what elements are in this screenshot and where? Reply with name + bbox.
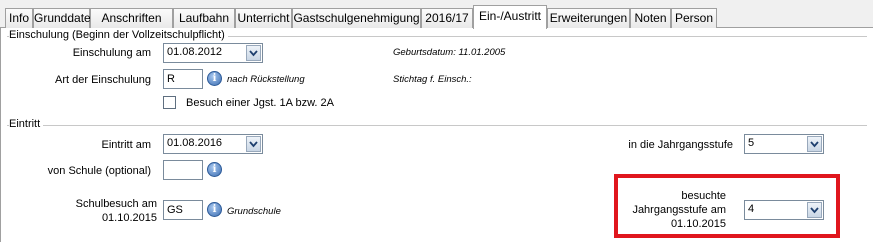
schulbesuch-label-line2: 01.10.2015 bbox=[101, 212, 157, 224]
tab-noten[interactable]: Noten bbox=[630, 8, 671, 28]
tab-person[interactable]: Person bbox=[671, 8, 717, 28]
eintritt-date-field[interactable]: 01.08.2016 bbox=[163, 134, 263, 154]
art-einschulung-input[interactable]: R bbox=[163, 69, 203, 89]
einschulung-date-field[interactable]: 01.08.2012 bbox=[163, 43, 263, 63]
schulbesuch-label: Schulbesuch am 01.10.2015 bbox=[41, 197, 157, 225]
info-icon[interactable]: i bbox=[207, 162, 222, 177]
geburtsdatum-text: Geburtsdatum: 11.01.2005 bbox=[393, 47, 506, 58]
tab-grunddaten[interactable]: Grunddaten bbox=[33, 8, 97, 28]
eintritt-date-value: 01.08.2016 bbox=[167, 137, 223, 149]
art-einschulung-desc: nach Rückstellung bbox=[227, 74, 305, 85]
chevron-down-icon[interactable] bbox=[246, 136, 261, 152]
jgst-1a-2a-label: Besuch einer Jgst. 1A bzw. 2A bbox=[186, 97, 334, 109]
tab-schuljahr[interactable]: 2016/17 bbox=[421, 8, 473, 28]
jgst-1a-2a-checkbox[interactable] bbox=[163, 96, 176, 109]
einschulung-date-value: 01.08.2012 bbox=[167, 46, 223, 58]
art-einschulung-label: Art der Einschulung bbox=[55, 74, 151, 86]
schulbesuch-label-line1: Schulbesuch am bbox=[75, 198, 157, 210]
info-icon[interactable]: i bbox=[207, 71, 222, 86]
section-divider bbox=[7, 125, 867, 126]
tab-gastschulgenehmigung[interactable]: Gastschulgenehmigung bbox=[292, 8, 421, 28]
jahrgangsstufe-select[interactable]: 5 bbox=[744, 134, 824, 154]
jahrgangsstufe-label: in die Jahrgangsstufe bbox=[628, 139, 733, 151]
section-title-eintritt: Eintritt bbox=[9, 118, 44, 130]
stichtag-text: Stichtag f. Einsch.: bbox=[393, 74, 472, 85]
einschulung-date-label: Einschulung am bbox=[72, 47, 151, 59]
von-schule-input[interactable] bbox=[163, 160, 203, 180]
section-title-einschulung: Einschulung (Beginn der Vollzeitschulpfl… bbox=[9, 29, 228, 41]
tab-ein-austritt[interactable]: Ein-/Austritt bbox=[473, 5, 547, 29]
chevron-down-icon[interactable] bbox=[246, 45, 261, 61]
schulbesuch-desc: Grundschule bbox=[227, 206, 281, 217]
eintritt-date-label: Eintritt am bbox=[101, 139, 151, 151]
info-icon[interactable]: i bbox=[207, 202, 222, 217]
tab-info[interactable]: Info bbox=[5, 8, 33, 28]
tab-anschriften[interactable]: Anschriften bbox=[90, 8, 173, 28]
von-schule-label: von Schule (optional) bbox=[47, 165, 151, 177]
tab-bar: Info Grunddaten Anschriften Laufbahn Unt… bbox=[0, 0, 873, 29]
tab-laufbahn[interactable]: Laufbahn bbox=[173, 8, 235, 28]
tab-unterricht[interactable]: Unterricht bbox=[235, 8, 292, 28]
jahrgangsstufe-value: 5 bbox=[748, 137, 755, 149]
highlight-box bbox=[614, 174, 840, 238]
schulbesuch-input[interactable]: GS bbox=[163, 200, 203, 220]
tab-erweiterungen[interactable]: Erweiterungen bbox=[547, 8, 630, 28]
chevron-down-icon[interactable] bbox=[807, 136, 822, 152]
